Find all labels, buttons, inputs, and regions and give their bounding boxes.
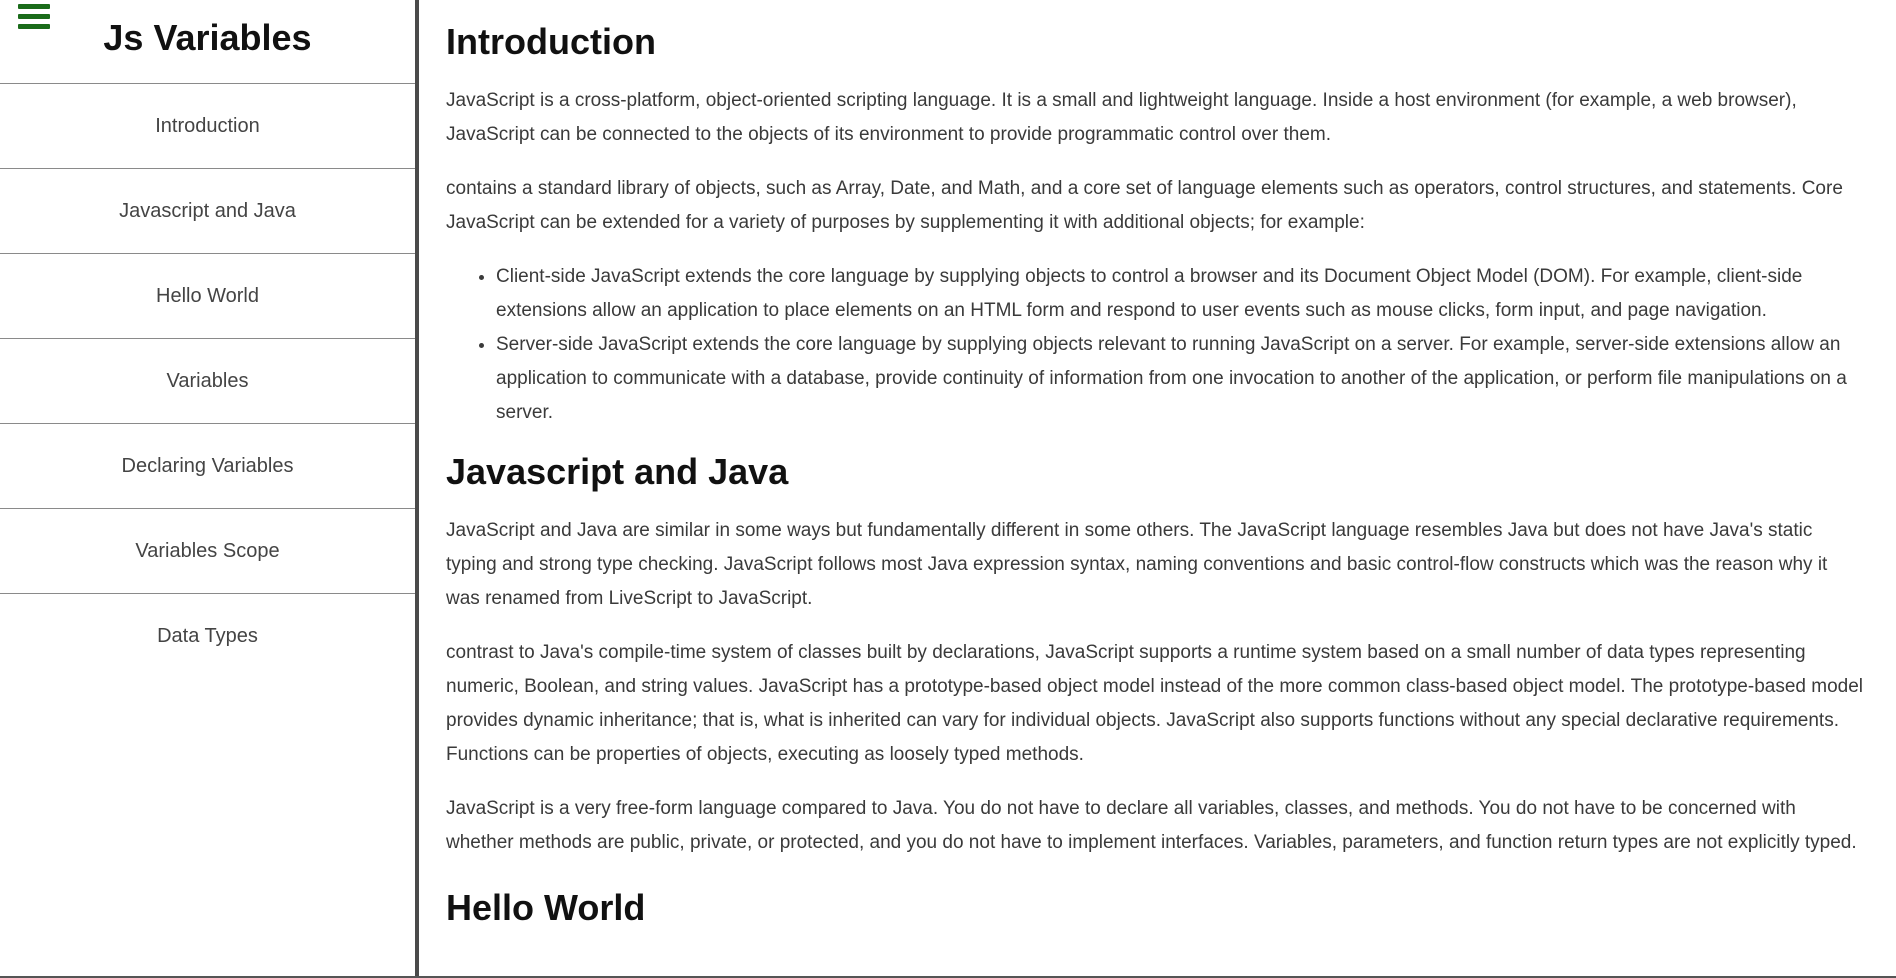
main-content: Introduction JavaScript is a cross-platf… xyxy=(446,0,1866,978)
section-introduction: Introduction JavaScript is a cross-platf… xyxy=(446,20,1866,430)
sidebar-title: Js Variables xyxy=(103,17,312,58)
nav-link-introduction[interactable]: Introduction xyxy=(0,84,415,169)
section-title: Javascript and Java xyxy=(446,451,789,492)
paragraph: JavaScript is a very free-form language … xyxy=(446,798,1857,853)
section-javascript-and-java: Javascript and Java JavaScript and Java … xyxy=(446,450,1866,860)
nav-list: Introduction Javascript and Java Hello W… xyxy=(0,84,415,679)
list-item: Server-side JavaScript extends the core … xyxy=(496,328,1866,430)
menu-bar xyxy=(18,14,50,19)
menu-bar xyxy=(18,4,50,9)
menu-bar xyxy=(18,24,50,29)
hamburger-menu-icon[interactable] xyxy=(18,4,50,30)
nav-link-javascript-and-java[interactable]: Javascript and Java xyxy=(0,169,415,254)
list-item: Client-side JavaScript extends the core … xyxy=(496,260,1866,328)
section-hello-world: Hello World xyxy=(446,886,1866,930)
page: Js Variables Introduction Javascript and… xyxy=(0,0,1896,978)
paragraph: JavaScript is a cross-platform, object-o… xyxy=(446,90,1797,145)
paragraph: contrast to Java's compile-time system o… xyxy=(446,642,1863,765)
paragraph: contains a standard library of objects, … xyxy=(446,178,1843,233)
sidebar-nav: Js Variables Introduction Javascript and… xyxy=(0,0,419,978)
section-title: Introduction xyxy=(446,21,656,62)
section-title: Hello World xyxy=(446,887,646,928)
nav-link-variables[interactable]: Variables xyxy=(0,339,415,424)
nav-link-hello-world[interactable]: Hello World xyxy=(0,254,415,339)
nav-link-variables-scope[interactable]: Variables Scope xyxy=(0,509,415,594)
paragraph: JavaScript and Java are similar in some … xyxy=(446,520,1828,609)
sidebar-header: Js Variables xyxy=(0,0,415,84)
nav-link-data-types[interactable]: Data Types xyxy=(0,594,415,679)
bullet-list: Client-side JavaScript extends the core … xyxy=(446,260,1866,430)
nav-link-declaring-variables[interactable]: Declaring Variables xyxy=(0,424,415,509)
